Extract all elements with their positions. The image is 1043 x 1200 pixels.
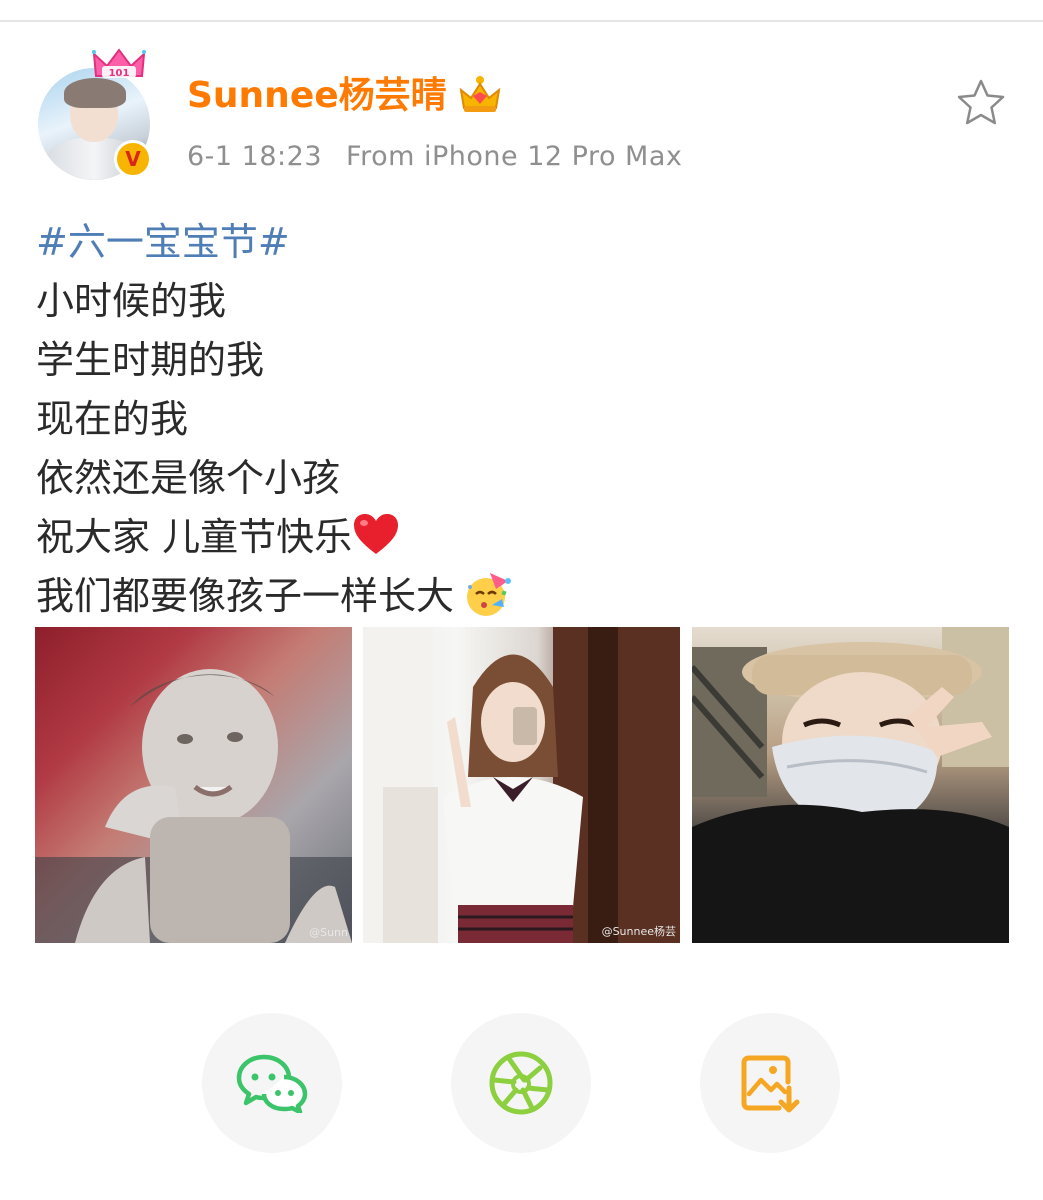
favorite-star-icon[interactable] [956, 78, 1006, 126]
post-line: 祝大家 儿童节快乐 [36, 515, 353, 559]
post-photo-2[interactable]: @Sunnee杨芸 [363, 627, 680, 943]
red-heart-icon [354, 514, 399, 554]
post-photo-3[interactable] [692, 627, 1009, 943]
baby-photo-illustration [35, 669, 352, 943]
wechat-icon [236, 1054, 308, 1113]
post-line-with-emoji: 我们都要像孩子一样长大 [36, 567, 514, 626]
moments-icon [489, 1051, 553, 1115]
post-line: 小时候的我 [36, 279, 227, 323]
student-photo-illustration [363, 627, 680, 943]
photo-watermark: @Sunn [309, 926, 348, 939]
save-image-icon [741, 1055, 800, 1113]
crown-badge-icon: 101 [92, 48, 146, 79]
avatar-badge-text: 101 [109, 68, 130, 79]
save-image-button[interactable] [700, 1013, 840, 1153]
post-source: From iPhone 12 Pro Max [346, 141, 683, 172]
post-content: #六一宝宝节# 小时候的我 学生时期的我 现在的我 依然还是像个小孩 祝大家 儿… [36, 213, 514, 626]
post-line: 依然还是像个小孩 [36, 456, 341, 500]
vip-crown-icon [459, 76, 501, 112]
partying-face-icon [467, 573, 512, 616]
post-line: 现在的我 [36, 397, 189, 441]
post-photo-1[interactable]: @Sunn [35, 627, 352, 943]
post-line: 我们都要像孩子一样长大 [36, 574, 455, 618]
current-photo-illustration [692, 627, 1009, 943]
verified-badge: V [114, 140, 152, 178]
share-wechat-button[interactable] [202, 1013, 342, 1153]
top-divider [0, 20, 1043, 22]
hashtag-link[interactable]: #六一宝宝节# [36, 213, 514, 272]
photo-watermark: @Sunnee杨芸 [601, 925, 676, 938]
post-line: 学生时期的我 [36, 338, 265, 382]
post-line-with-heart: 祝大家 儿童节快乐 [36, 508, 514, 567]
share-moments-button[interactable] [451, 1013, 591, 1153]
author-name[interactable]: Sunnee杨芸晴 [187, 72, 447, 120]
post-time: 6-1 18:23 [187, 141, 322, 172]
verified-badge-text: V [125, 147, 141, 171]
post-meta: 6-1 18:23 From iPhone 12 Pro Max [187, 138, 682, 176]
